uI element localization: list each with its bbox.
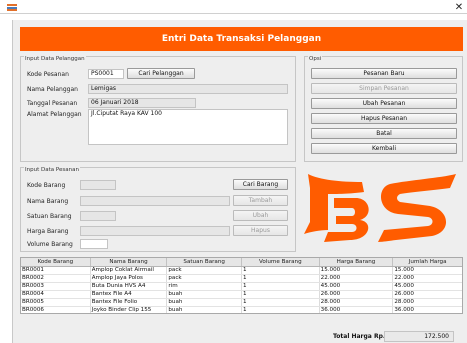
item-code-field[interactable]: [80, 180, 116, 190]
table-cell: 28.000: [394, 299, 414, 305]
table-cell: 36.000: [394, 307, 414, 313]
order-date-field[interactable]: 06 Januari 2018: [88, 98, 196, 108]
customer-address-field[interactable]: Jl.Ciputat Raya KAV 100: [88, 109, 288, 145]
close-icon[interactable]: ✕: [453, 3, 465, 13]
item-code-label: Kode Barang: [27, 182, 66, 189]
table-cell: BR0005: [21, 299, 91, 306]
table-cell: 45.000: [320, 283, 394, 290]
table-cell: buah: [167, 299, 242, 306]
total-price-field[interactable]: 172.500: [384, 331, 454, 342]
item-name-field[interactable]: [80, 196, 230, 206]
search-customer-button[interactable]: Cari Pelanggan: [127, 68, 195, 79]
table-cell: BR0003: [21, 283, 91, 290]
item-name-label: Nama Barang: [27, 198, 69, 205]
search-item-button[interactable]: Cari Barang: [233, 179, 288, 190]
table-cell: Bantex File A4: [91, 291, 168, 298]
table-cell: 15.000: [394, 267, 414, 273]
order-code-field[interactable]: PS0001: [88, 69, 124, 79]
order-items-table[interactable]: Kode Barang Nama Barang Satuan Barang Vo…: [20, 257, 463, 314]
table-row[interactable]: BR0005 Bantex File Folio buah 1 28.000 2…: [21, 299, 462, 307]
table-cell: BR0006: [21, 307, 91, 313]
item-panel-title: Input Data Pesanan: [24, 167, 80, 173]
delete-item-button[interactable]: Hapus: [233, 225, 288, 236]
bs-logo-icon: [304, 174, 456, 242]
table-header-row: Kode Barang Nama Barang Satuan Barang Vo…: [21, 258, 462, 267]
new-order-button[interactable]: Pesanan Baru: [311, 68, 457, 79]
table-row[interactable]: BR0003 Buta Dunia HVS A4 rim 1 45.000 45…: [21, 283, 462, 291]
table-cell: BR0001: [21, 267, 91, 274]
table-cell: 1: [242, 299, 320, 306]
table-cell: 15.000: [320, 267, 394, 274]
table-cell: 1: [242, 291, 320, 298]
customer-name-field[interactable]: Lemigas: [88, 84, 288, 94]
table-row[interactable]: BR0002 Amplop Jaya Polos pack 1 22.000 2…: [21, 275, 462, 283]
back-button[interactable]: Kembali: [311, 143, 457, 154]
edit-order-button[interactable]: Ubah Pesanan: [311, 98, 457, 109]
table-cell: Amplop Jaya Polos: [91, 275, 168, 282]
table-cell: 26.000: [320, 291, 394, 298]
table-header-cell[interactable]: Nama Barang: [91, 258, 168, 266]
cancel-button[interactable]: Batal: [311, 128, 457, 139]
table-cell: pack: [167, 267, 242, 274]
table-header-cell[interactable]: Volume Barang: [242, 258, 320, 266]
customer-panel-title: Input Data Pelanggan: [24, 56, 86, 62]
table-cell: 36.000: [320, 307, 394, 313]
table-cell: 1: [242, 267, 320, 274]
window-titlebar: ✕: [0, 0, 467, 20]
table-cell: pack: [167, 275, 242, 282]
edit-item-button[interactable]: Ubah: [233, 210, 288, 221]
table-cell: Joyko Binder Clip 155: [91, 307, 168, 313]
table-cell: buah: [167, 291, 242, 298]
table-header-cell[interactable]: Jumlah Harga: [393, 258, 462, 266]
table-cell: buah: [167, 307, 242, 313]
delete-order-button[interactable]: Hapus Pesanan: [311, 113, 457, 124]
order-date-label: Tanggal Pesanan: [27, 100, 78, 107]
table-cell: 1: [242, 307, 320, 313]
add-item-button[interactable]: Tambah: [233, 195, 288, 206]
table-cell: BR0004: [21, 291, 91, 298]
table-cell: BR0002: [21, 275, 91, 282]
table-header-cell[interactable]: Kode Barang: [21, 258, 91, 266]
table-header-cell[interactable]: Satuan Barang: [167, 258, 242, 266]
page-title: Entri Data Transaksi Pelanggan: [20, 27, 463, 51]
customer-name-label: Nama Pelanggan: [27, 86, 78, 93]
table-cell: Amplop Coklat Airmail: [91, 267, 168, 274]
table-cell: 45.000: [394, 283, 414, 289]
options-panel-title: Opsi: [308, 56, 323, 62]
table-cell: Buta Dunia HVS A4: [91, 283, 168, 290]
table-row[interactable]: BR0006 Joyko Binder Clip 155 buah 1 36.0…: [21, 307, 462, 313]
table-cell: 22.000: [320, 275, 394, 282]
app-icon: [7, 3, 17, 12]
table-cell: 1: [242, 283, 320, 290]
item-volume-field[interactable]: [80, 239, 108, 249]
table-cell: 22.000: [394, 275, 414, 281]
customer-address-label: Alamat Pelanggan: [27, 111, 82, 118]
table-cell: 28.000: [320, 299, 394, 306]
item-unit-field[interactable]: [80, 211, 116, 221]
item-price-label: Harga Barang: [27, 228, 69, 235]
table-cell: 1: [242, 275, 320, 282]
item-volume-label: Volume Barang: [27, 241, 73, 248]
table-cell: Bantex File Folio: [91, 299, 168, 306]
item-unit-label: Satuan Barang: [27, 213, 72, 220]
table-cell: 26.000: [394, 291, 414, 297]
total-price-label: Total Harga Rp.: [333, 333, 386, 340]
item-price-field[interactable]: [80, 226, 230, 236]
order-code-label: Kode Pesanan: [27, 71, 69, 78]
save-order-button[interactable]: Simpan Pesanan: [311, 83, 457, 94]
table-header-cell[interactable]: Harga Barang: [320, 258, 394, 266]
frame-divider: [0, 13, 467, 14]
table-row[interactable]: BR0004 Bantex File A4 buah 1 26.000 26.0…: [21, 291, 462, 299]
table-cell: rim: [167, 283, 242, 290]
table-row[interactable]: BR0001 Amplop Coklat Airmail pack 1 15.0…: [21, 267, 462, 275]
